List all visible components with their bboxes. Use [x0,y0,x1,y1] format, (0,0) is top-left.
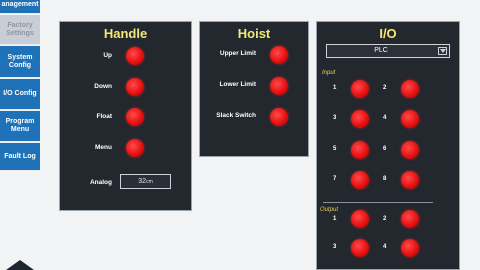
input-4-indicator-icon [401,110,419,128]
handle-label-down: Down [94,83,112,90]
input-number: 5 [333,146,337,152]
sidebar-item-factory-settings: Factory Settings [0,15,40,45]
input-number: 7 [333,176,337,182]
hoist-title: Hoist [237,26,271,41]
hoist-label-lower-limit: Lower Limit [219,81,256,88]
input-number: 6 [383,146,387,152]
input-8-indicator-icon [401,171,419,189]
sidebar-item-system-config[interactable]: System Config [0,46,40,78]
hoist-label-upper-limit: Upper Limit [219,50,256,57]
input-number: 8 [383,176,387,182]
input-5-indicator-icon [351,141,369,159]
hoist-panel: Hoist Upper Limit Lower Limit Slack Swit… [199,21,309,157]
up-indicator-icon [126,47,144,65]
output-number: 1 [333,216,337,222]
input-6-indicator-icon [401,141,419,159]
io-panel: I/O PLC Input 1 2 3 4 5 6 7 8 Output 1 2… [316,21,460,270]
output-3-indicator-icon [351,239,369,257]
input-number: 4 [383,115,387,121]
float-indicator-icon [126,108,144,126]
analog-value: 32 [138,178,147,185]
output-number: 3 [333,244,337,250]
output-number: 2 [383,216,387,222]
handle-label-menu: Menu [95,144,112,151]
io-title: I/O [379,26,397,41]
plc-selected-value: PLC [374,47,388,54]
sidebar-item-fault-log[interactable]: Fault Log [0,143,40,171]
output-1-indicator-icon [351,210,369,228]
down-indicator-icon [126,78,144,96]
analog-label: Analog [89,179,112,186]
io-divider [323,202,433,203]
sidebar: anagement Factory Settings System Config… [0,0,40,270]
output-4-indicator-icon [401,239,419,257]
input-number: 1 [333,85,337,91]
upper-limit-indicator-icon [270,46,288,64]
menu-indicator-icon [126,139,144,157]
sidebar-item-io-config[interactable]: I/O Config [0,79,40,110]
chevron-down-icon[interactable] [438,47,447,55]
handle-title: Handle [103,26,148,41]
analog-value-field: 32 cm [120,174,171,189]
corner-decoration [6,260,34,270]
sidebar-item-program-menu[interactable]: Program Menu [0,111,40,142]
handle-panel: Handle Up Down Float Menu Analog 32 cm [59,21,192,211]
output-section-label: Output [320,207,339,213]
input-section-label: Input [322,70,336,76]
lower-limit-indicator-icon [270,77,288,95]
sidebar-item-management[interactable]: anagement [0,0,40,14]
output-2-indicator-icon [401,210,419,228]
output-number: 4 [383,244,387,250]
slack-switch-indicator-icon [270,108,288,126]
handle-label-up: Up [103,52,112,59]
hoist-label-slack-switch: Slack Switch [216,112,256,119]
plc-dropdown[interactable]: PLC [326,44,450,58]
input-number: 2 [383,85,387,91]
analog-unit: cm [146,178,153,185]
handle-label-float: Float [96,113,112,120]
input-number: 3 [333,115,337,121]
input-3-indicator-icon [351,110,369,128]
input-2-indicator-icon [401,80,419,98]
input-7-indicator-icon [351,171,369,189]
input-1-indicator-icon [351,80,369,98]
